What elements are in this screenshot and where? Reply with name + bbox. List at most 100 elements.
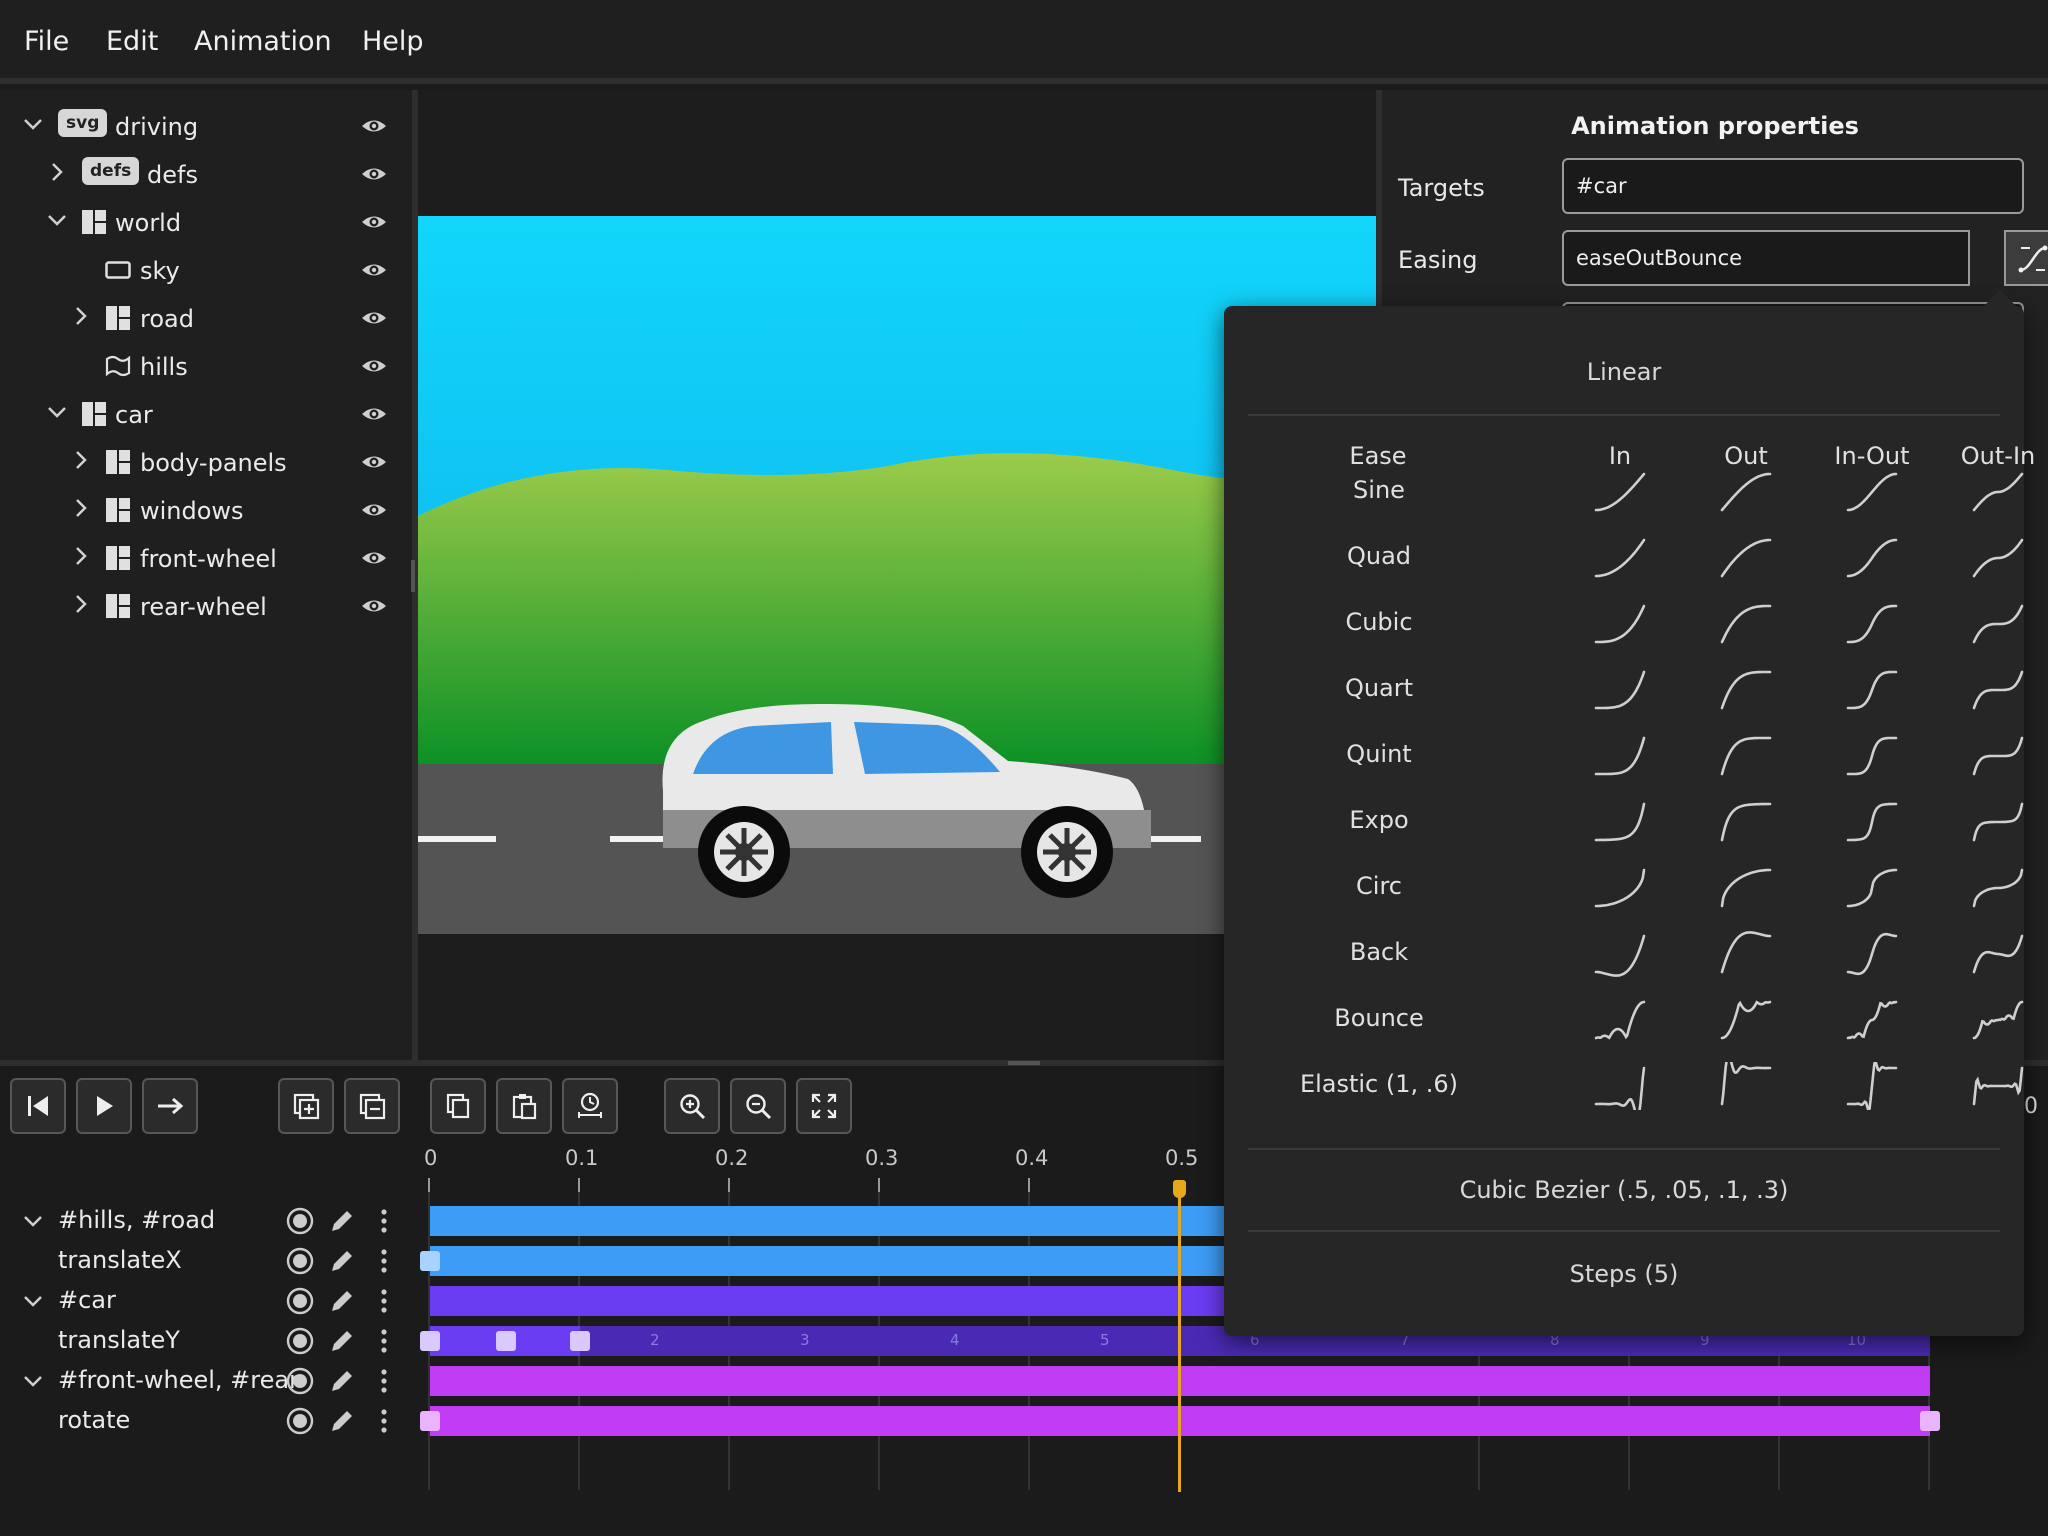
tree-item-rear-wheel[interactable]: rear-wheel (0, 583, 400, 631)
tree-item-defs[interactable]: defs defs (0, 151, 400, 199)
record-icon[interactable] (286, 1407, 314, 1435)
easing-curve-icon[interactable] (1590, 732, 1650, 780)
easing-curve-icon[interactable] (1968, 468, 2028, 516)
eye-icon[interactable] (360, 499, 388, 521)
easing-curve-icon[interactable] (1590, 798, 1650, 846)
splitter-handle[interactable] (411, 560, 415, 592)
tree-item-world[interactable]: world (0, 199, 400, 247)
menu-help[interactable]: Help (362, 26, 424, 57)
chevron-right-icon[interactable] (70, 305, 92, 327)
chevron-down-icon[interactable] (22, 1290, 44, 1312)
skip-to-start-button[interactable] (10, 1078, 66, 1134)
easing-curve-icon[interactable] (1590, 534, 1650, 582)
fit-to-view-button[interactable] (796, 1078, 852, 1134)
record-icon[interactable] (286, 1207, 314, 1235)
copy-button[interactable] (430, 1078, 486, 1134)
keyframe[interactable] (496, 1331, 516, 1351)
record-icon[interactable] (286, 1327, 314, 1355)
pencil-icon[interactable] (328, 1367, 356, 1395)
chevron-down-icon[interactable] (22, 113, 44, 135)
easing-picker-button[interactable] (2004, 230, 2048, 286)
pencil-icon[interactable] (328, 1407, 356, 1435)
chevron-right-icon[interactable] (70, 545, 92, 567)
easing-curve-icon[interactable] (1842, 732, 1902, 780)
easing-curve-icon[interactable] (1842, 798, 1902, 846)
easing-curve-icon[interactable] (1590, 666, 1650, 714)
chevron-down-icon[interactable] (22, 1210, 44, 1232)
tree-item-front-wheel[interactable]: front-wheel (0, 535, 400, 583)
playhead-handle[interactable] (1173, 1180, 1186, 1198)
easing-curve-icon[interactable] (1716, 732, 1776, 780)
eye-icon[interactable] (360, 259, 388, 281)
easing-curve-icon[interactable] (1968, 996, 2028, 1044)
zoom-out-button[interactable] (730, 1078, 786, 1134)
easing-curve-icon[interactable] (1716, 468, 1776, 516)
easing-curve-icon[interactable] (1842, 996, 1902, 1044)
eye-icon[interactable] (360, 355, 388, 377)
easing-input[interactable]: easeOutBounce (1562, 230, 1970, 286)
menu-animation[interactable]: Animation (194, 26, 332, 57)
easing-curve-icon[interactable] (1842, 864, 1902, 912)
easing-curve-icon[interactable] (1716, 534, 1776, 582)
keyframe[interactable] (420, 1251, 440, 1271)
easing-curve-icon[interactable] (1968, 600, 2028, 648)
eye-icon[interactable] (360, 115, 388, 137)
easing-curve-icon[interactable] (1842, 1062, 1902, 1110)
playhead[interactable] (1178, 1186, 1181, 1492)
time-settings-button[interactable] (562, 1078, 618, 1134)
eye-icon[interactable] (360, 163, 388, 185)
easing-curve-icon[interactable] (1968, 930, 2028, 978)
step-forward-button[interactable] (142, 1078, 198, 1134)
chevron-right-icon[interactable] (70, 497, 92, 519)
pencil-icon[interactable] (328, 1207, 356, 1235)
more-vertical-icon[interactable] (370, 1327, 398, 1355)
record-icon[interactable] (286, 1367, 314, 1395)
easing-curve-icon[interactable] (1968, 534, 2028, 582)
easing-curve-icon[interactable] (1590, 600, 1650, 648)
chevron-down-icon[interactable] (22, 1370, 44, 1392)
more-vertical-icon[interactable] (370, 1407, 398, 1435)
menu-edit[interactable]: Edit (106, 26, 158, 57)
easing-curve-icon[interactable] (1716, 1062, 1776, 1110)
tree-item-driving[interactable]: svg driving (0, 103, 400, 151)
tree-item-hills[interactable]: hills (0, 343, 400, 391)
zoom-in-button[interactable] (664, 1078, 720, 1134)
easing-curve-icon[interactable] (1842, 666, 1902, 714)
more-vertical-icon[interactable] (370, 1207, 398, 1235)
more-vertical-icon[interactable] (370, 1367, 398, 1395)
tree-item-road[interactable]: road (0, 295, 400, 343)
eye-icon[interactable] (360, 403, 388, 425)
easing-curve-icon[interactable] (1590, 930, 1650, 978)
eye-icon[interactable] (360, 451, 388, 473)
easing-option-steps[interactable]: Steps (5) (1224, 1260, 2024, 1288)
pencil-icon[interactable] (328, 1287, 356, 1315)
easing-curve-icon[interactable] (1842, 468, 1902, 516)
menu-file[interactable]: File (24, 26, 69, 57)
easing-curve-icon[interactable] (1968, 1062, 2028, 1110)
paste-button[interactable] (496, 1078, 552, 1134)
easing-curve-icon[interactable] (1716, 666, 1776, 714)
more-vertical-icon[interactable] (370, 1287, 398, 1315)
pencil-icon[interactable] (328, 1247, 356, 1275)
chevron-down-icon[interactable] (46, 209, 68, 231)
easing-curve-icon[interactable] (1590, 996, 1650, 1044)
easing-curve-icon[interactable] (1590, 1062, 1650, 1110)
record-icon[interactable] (286, 1287, 314, 1315)
chevron-down-icon[interactable] (46, 401, 68, 423)
easing-curve-icon[interactable] (1842, 534, 1902, 582)
easing-curve-icon[interactable] (1716, 996, 1776, 1044)
eye-icon[interactable] (360, 547, 388, 569)
remove-track-button[interactable] (344, 1078, 400, 1134)
add-track-button[interactable] (278, 1078, 334, 1134)
record-icon[interactable] (286, 1247, 314, 1275)
play-button[interactable] (76, 1078, 132, 1134)
tree-item-car[interactable]: car (0, 391, 400, 439)
eye-icon[interactable] (360, 595, 388, 617)
keyframe[interactable] (420, 1411, 440, 1431)
easing-option-linear[interactable]: Linear (1224, 358, 2024, 386)
chevron-right-icon[interactable] (70, 593, 92, 615)
keyframe[interactable] (1920, 1411, 1940, 1431)
easing-curve-icon[interactable] (1842, 930, 1902, 978)
tree-item-windows[interactable]: windows (0, 487, 400, 535)
easing-curve-icon[interactable] (1590, 468, 1650, 516)
